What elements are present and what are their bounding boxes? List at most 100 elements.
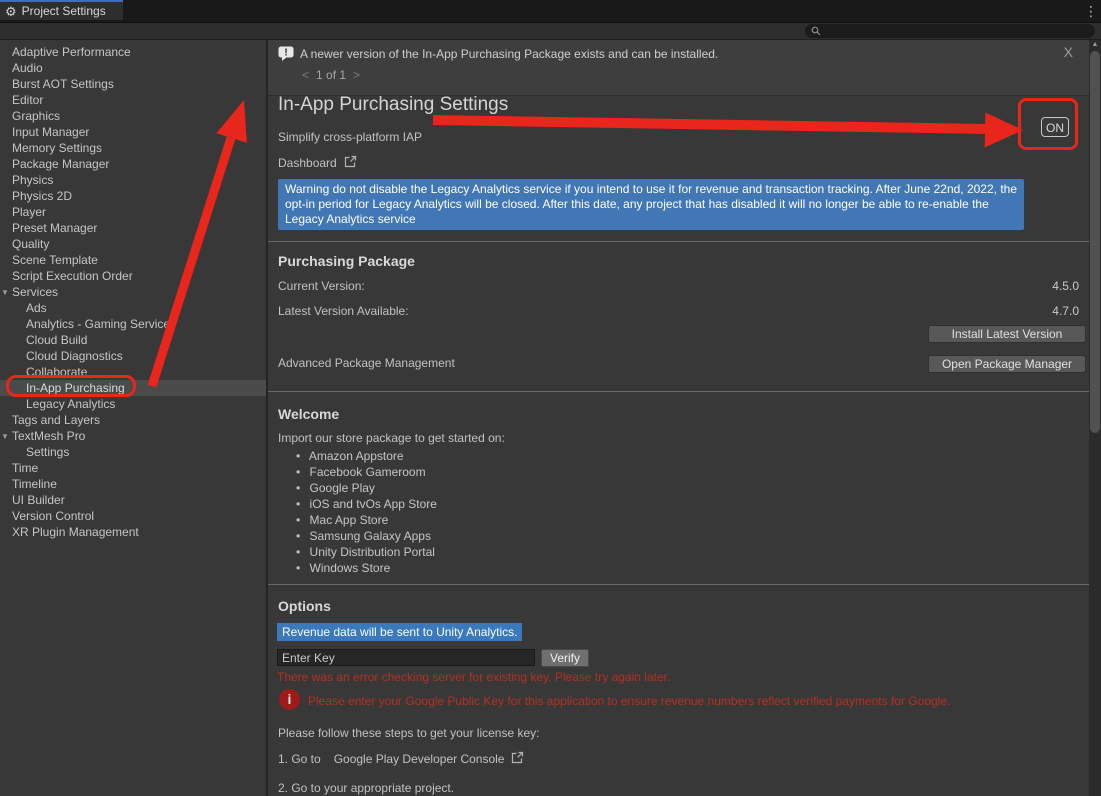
- sidebar-item-label: TextMesh Pro: [12, 429, 85, 443]
- pager-count: 1 of 1: [316, 68, 346, 82]
- server-error-text: There was an error checking server for e…: [277, 670, 670, 684]
- bullet-icon: •: [296, 513, 300, 527]
- google-play-console-link[interactable]: Google Play Developer Console: [334, 752, 505, 766]
- step-1-row: 1. Go to Google Play Developer Console: [278, 751, 524, 767]
- sidebar-item-label: Ads: [26, 301, 47, 315]
- store-list-item: • Unity Distribution Portal: [296, 544, 437, 560]
- sidebar-item-label: Audio: [12, 61, 43, 75]
- sidebar-item-tags-and-layers[interactable]: ▼ Tags and Layers: [0, 412, 266, 428]
- svg-text:!: !: [284, 48, 287, 59]
- sidebar-item-label: Analytics - Gaming Services: [26, 317, 176, 331]
- sidebar-item-label: Adaptive Performance: [12, 45, 131, 59]
- sidebar-item-audio[interactable]: ▼ Audio: [0, 60, 266, 76]
- latest-version-value: 4.7.0: [1052, 304, 1079, 318]
- sidebar-item-input-manager[interactable]: ▼ Input Manager: [0, 124, 266, 140]
- current-version-value: 4.5.0: [1052, 279, 1079, 293]
- sidebar-item-cloud-diagnostics[interactable]: ▼ Cloud Diagnostics: [0, 348, 266, 364]
- latest-version-label: Latest Version Available:: [278, 304, 409, 318]
- options-heading: Options: [278, 598, 331, 614]
- service-on-toggle[interactable]: ON: [1041, 117, 1069, 137]
- sidebar-item-textmesh-pro[interactable]: ▼ TextMesh Pro: [0, 428, 266, 444]
- sidebar-item-label: Quality: [12, 237, 49, 251]
- scrollbar-thumb[interactable]: [1090, 51, 1100, 433]
- sidebar-item-label: Input Manager: [12, 125, 89, 139]
- sidebar-item-label: Graphics: [12, 109, 60, 123]
- sidebar-item-time[interactable]: ▼ Time: [0, 460, 266, 476]
- sidebar-item-script-execution-order[interactable]: ▼ Script Execution Order: [0, 268, 266, 284]
- legacy-analytics-warning: Warning do not disable the Legacy Analyt…: [278, 179, 1024, 230]
- scroll-up-icon[interactable]: ▲: [1089, 40, 1101, 50]
- pager-next-icon[interactable]: >: [353, 68, 360, 82]
- sidebar-item-label: Settings: [26, 445, 69, 459]
- sidebar-item-label: XR Plugin Management: [12, 525, 139, 539]
- open-package-manager-button[interactable]: Open Package Manager: [928, 355, 1086, 373]
- google-key-input[interactable]: [277, 649, 535, 666]
- sidebar-item-editor[interactable]: ▼ Editor: [0, 92, 266, 108]
- alert-bubble-icon: !: [278, 46, 295, 66]
- sidebar-item-label: Physics 2D: [12, 189, 72, 203]
- sidebar-item-label: Legacy Analytics: [26, 397, 115, 411]
- verify-button[interactable]: Verify: [541, 649, 589, 667]
- bullet-icon: •: [296, 481, 300, 495]
- install-latest-version-button[interactable]: Install Latest Version: [928, 325, 1086, 343]
- sidebar-item-burst-aot-settings[interactable]: ▼ Burst AOT Settings: [0, 76, 266, 92]
- advanced-package-management-label: Advanced Package Management: [278, 356, 455, 370]
- sidebar-item-memory-settings[interactable]: ▼ Memory Settings: [0, 140, 266, 156]
- sidebar-item-label: Cloud Build: [26, 333, 87, 347]
- sidebar-item-settings[interactable]: ▼ Settings: [0, 444, 266, 460]
- external-link-icon[interactable]: [511, 751, 524, 767]
- sidebar-item-label: UI Builder: [12, 493, 65, 507]
- search-input[interactable]: [805, 24, 1095, 38]
- project-settings-window: ⚙ Project Settings ⋮ ▼ Adaptive Performa…: [0, 0, 1101, 796]
- sidebar-item-label: Memory Settings: [12, 141, 102, 155]
- sidebar-item-package-manager[interactable]: ▼ Package Manager: [0, 156, 266, 172]
- pager-prev-icon[interactable]: <: [302, 68, 309, 82]
- tab-project-settings[interactable]: ⚙ Project Settings: [0, 0, 123, 20]
- sidebar-item-player[interactable]: ▼ Player: [0, 204, 266, 220]
- sidebar-item-analytics-gaming-services[interactable]: ▼ Analytics - Gaming Services: [0, 316, 266, 332]
- sidebar-item-services[interactable]: ▼ Services: [0, 284, 266, 300]
- sidebar-item-ads[interactable]: ▼ Ads: [0, 300, 266, 316]
- store-name: Windows Store: [310, 561, 391, 575]
- vertical-scrollbar[interactable]: ▲: [1089, 40, 1101, 796]
- sidebar-item-ui-builder[interactable]: ▼ UI Builder: [0, 492, 266, 508]
- store-name: Unity Distribution Portal: [310, 545, 435, 559]
- store-name: Facebook Gameroom: [310, 465, 426, 479]
- sidebar-item-timeline[interactable]: ▼ Timeline: [0, 476, 266, 492]
- dashboard-link-label: Dashboard: [278, 156, 337, 170]
- sidebar-item-preset-manager[interactable]: ▼ Preset Manager: [0, 220, 266, 236]
- sidebar-item-label: Package Manager: [12, 157, 109, 171]
- sidebar-item-cloud-build[interactable]: ▼ Cloud Build: [0, 332, 266, 348]
- close-icon[interactable]: X: [1064, 44, 1073, 60]
- sidebar-item-label: Preset Manager: [12, 221, 97, 235]
- sidebar-item-physics[interactable]: ▼ Physics: [0, 172, 266, 188]
- sidebar-item-adaptive-performance[interactable]: ▼ Adaptive Performance: [0, 44, 266, 60]
- bullet-icon: •: [296, 545, 300, 559]
- section-divider: [268, 391, 1089, 392]
- sidebar-item-physics-2d[interactable]: ▼ Physics 2D: [0, 188, 266, 204]
- page-subtitle: Simplify cross-platform IAP: [278, 130, 422, 144]
- sidebar-item-version-control[interactable]: ▼ Version Control: [0, 508, 266, 524]
- purchasing-package-heading: Purchasing Package: [278, 253, 415, 269]
- section-divider: [268, 241, 1089, 242]
- sidebar-item-in-app-purchasing[interactable]: ▼ In-App Purchasing: [0, 380, 266, 396]
- sidebar-item-legacy-analytics[interactable]: ▼ Legacy Analytics: [0, 396, 266, 412]
- dashboard-link[interactable]: Dashboard: [278, 155, 357, 171]
- sidebar-item-scene-template[interactable]: ▼ Scene Template: [0, 252, 266, 268]
- expander-icon[interactable]: ▼: [1, 429, 9, 445]
- sidebar-item-quality[interactable]: ▼ Quality: [0, 236, 266, 252]
- notification-message: A newer version of the In-App Purchasing…: [300, 47, 718, 61]
- sidebar-item-collaborate[interactable]: ▼ Collaborate: [0, 364, 266, 380]
- bullet-icon: •: [296, 529, 300, 543]
- store-name: Samsung Galaxy Apps: [310, 529, 431, 543]
- expander-icon[interactable]: ▼: [1, 285, 9, 301]
- bullet-icon: •: [296, 449, 300, 463]
- notification-pager: < 1 of 1 >: [302, 68, 360, 82]
- toolbar: [0, 23, 1101, 40]
- kebab-menu-icon[interactable]: ⋮: [1084, 1, 1098, 21]
- sidebar-item-label: Script Execution Order: [12, 269, 133, 283]
- sidebar-item-graphics[interactable]: ▼ Graphics: [0, 108, 266, 124]
- sidebar-item-xr-plugin-management[interactable]: ▼ XR Plugin Management: [0, 524, 266, 540]
- tab-strip: ⚙ Project Settings ⋮: [0, 0, 1101, 23]
- sidebar-item-label: Burst AOT Settings: [12, 77, 114, 91]
